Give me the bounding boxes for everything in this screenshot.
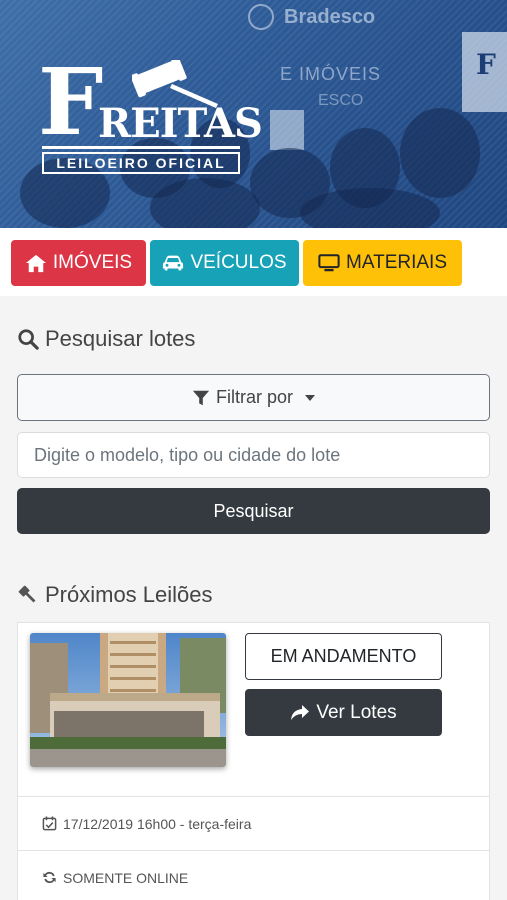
search-input[interactable]: [17, 432, 490, 478]
auction-card: EM ANDAMENTO Ver Lotes 17/12/2019 16h00 …: [17, 622, 490, 900]
caret-down-icon: [305, 394, 315, 401]
upcoming-title-text: Próximos Leilões: [45, 582, 213, 607]
logo-name: REITAS: [98, 100, 263, 147]
filter-dropdown-button[interactable]: Filtrar por: [17, 374, 490, 421]
view-lots-label: Ver Lotes: [316, 701, 397, 723]
upcoming-section-title: Próximos Leilões: [17, 582, 213, 608]
header-banner: Bradesco E IMÓVEIS ESCO F F REITAS LEILO…: [0, 0, 507, 228]
auction-date-text: 17/12/2019 16h00 - terça-feira: [63, 815, 252, 832]
search-title-text: Pesquisar lotes: [45, 326, 196, 351]
category-bar: IMÓVEIS VEÍCULOS MATERIAIS: [0, 228, 507, 296]
category-materiais-button[interactable]: MATERIAIS: [303, 240, 462, 286]
auction-photo[interactable]: [30, 633, 226, 767]
logo-initial: F: [38, 48, 104, 156]
view-lots-button[interactable]: Ver Lotes: [245, 689, 442, 736]
auction-status-button[interactable]: EM ANDAMENTO: [245, 633, 442, 680]
background-sign-line1: E IMÓVEIS: [280, 64, 382, 84]
search-section-title: Pesquisar lotes: [17, 326, 195, 352]
filter-label: Filtrar por: [215, 387, 293, 407]
category-veiculos-label: VEÍCULOS: [190, 252, 287, 273]
auction-mode-text: SOMENTE ONLINE: [63, 869, 189, 886]
logo-subtitle: LEILOEIRO OFICIAL: [42, 152, 240, 174]
calendar-check-icon: [42, 816, 57, 831]
logo-divider: [42, 146, 240, 149]
bank-logo-icon: [248, 4, 274, 30]
monitor-icon: [318, 254, 340, 272]
car-icon: [163, 255, 184, 271]
filter-icon: [192, 390, 210, 405]
category-imoveis-button[interactable]: IMÓVEIS: [11, 240, 146, 286]
auction-mode-row: SOMENTE ONLINE: [18, 850, 489, 900]
category-veiculos-button[interactable]: VEÍCULOS: [150, 240, 299, 286]
building-photo: [30, 633, 226, 767]
auction-date-row: 17/12/2019 16h00 - terça-feira: [18, 796, 489, 850]
search-icon: [18, 329, 39, 350]
share-arrow-icon: [291, 704, 310, 720]
category-imoveis-label: IMÓVEIS: [52, 252, 133, 273]
sync-icon: [43, 871, 56, 884]
gavel-icon: [18, 585, 36, 603]
freitas-logo[interactable]: F REITAS LEILOEIRO OFICIAL: [38, 48, 263, 176]
panel-letter-icon: F: [476, 48, 496, 81]
search-submit-button[interactable]: Pesquisar: [17, 488, 490, 534]
category-materiais-label: MATERIAIS: [346, 252, 447, 273]
background-bank-name: Bradesco: [284, 6, 376, 28]
home-icon: [25, 254, 46, 273]
